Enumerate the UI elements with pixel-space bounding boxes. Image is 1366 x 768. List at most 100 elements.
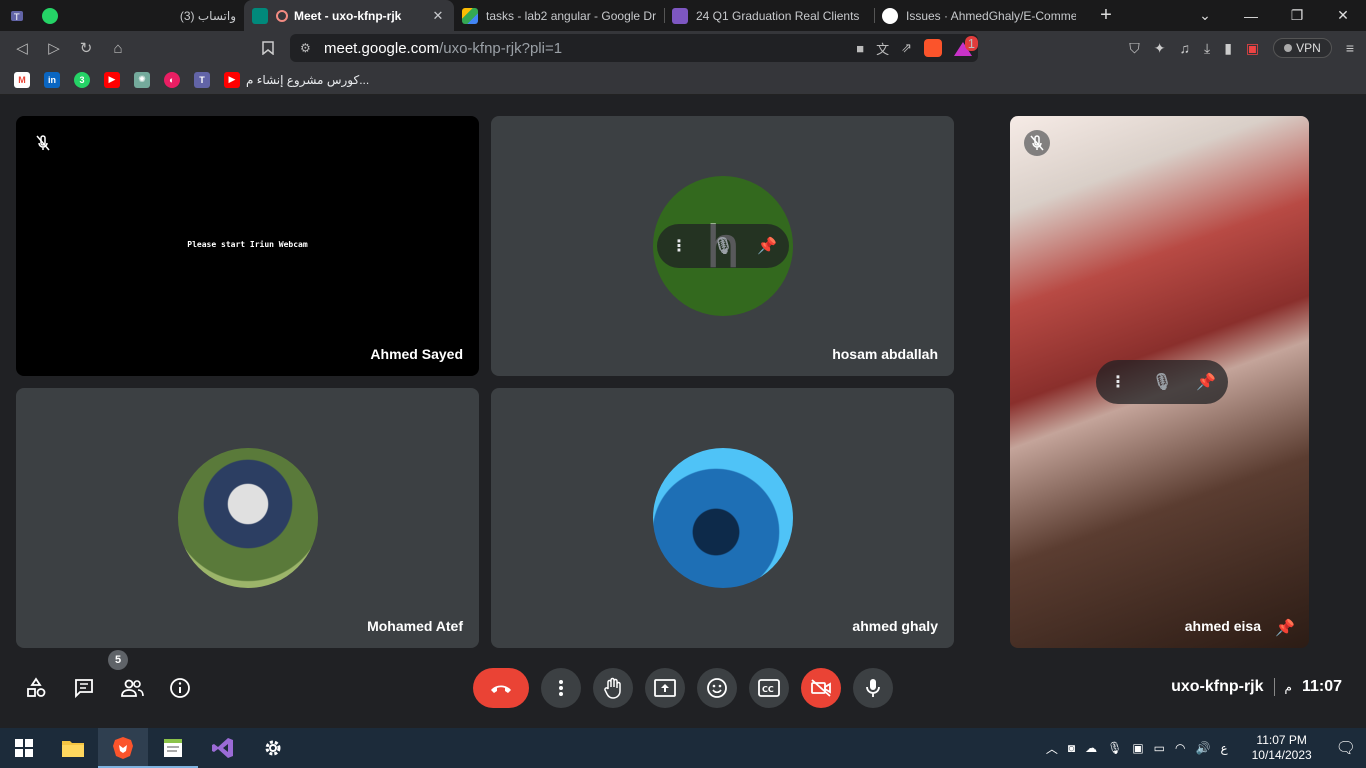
tab-search-icon[interactable]: ⌄ (1182, 0, 1228, 31)
taskbar-clock[interactable]: 11:07 PM 10/14/2023 (1252, 733, 1312, 763)
shield-extension-icon[interactable]: ⛉ (1129, 40, 1140, 57)
youtube-icon: ▶ (224, 71, 240, 88)
teams-bookmark-icon[interactable]: T (194, 71, 210, 88)
camera-off-button[interactable] (801, 668, 841, 708)
show-hidden-icons[interactable]: ︿ (1046, 740, 1058, 757)
youtube-course-bookmark[interactable]: ▶ كورس مشروع إنشاء م... (224, 71, 369, 88)
onedrive-icon[interactable]: ☁ (1085, 741, 1097, 755)
captions-button[interactable]: CC (749, 668, 789, 708)
device-icon[interactable]: ▣ (1132, 741, 1143, 755)
vpn-label: VPN (1296, 41, 1321, 55)
pin-icon[interactable]: 📌 (745, 236, 789, 256)
share-icon[interactable]: ⇗ (901, 40, 912, 56)
back-button[interactable]: ◁ (6, 33, 38, 63)
participant-tile-mohamed-atef[interactable]: Mohamed Atef (16, 388, 479, 648)
tab-close-icon[interactable]: ✕ (430, 8, 446, 24)
more-options-icon[interactable]: ⋮ (1096, 372, 1140, 392)
whatsapp-bookmark-icon[interactable]: 3 (74, 71, 90, 88)
reactions-button[interactable] (697, 668, 737, 708)
tab-meet[interactable]: Meet - uxo-kfnp-rjk ✕ (244, 0, 454, 31)
mic-icon[interactable]: 🎙 (701, 236, 745, 256)
visual-studio-icon (212, 738, 233, 758)
windows-icon (15, 739, 33, 757)
teams-tab-icon[interactable]: T (0, 0, 34, 31)
participant-tile-ahmed-ghaly[interactable]: ahmed ghaly (491, 388, 954, 648)
translate-icon[interactable]: 文 (876, 39, 889, 58)
input-language[interactable]: ع (1220, 741, 1227, 755)
youtube-bookmark-icon[interactable]: ▶ (104, 71, 120, 88)
google-drive-icon (462, 7, 478, 24)
volume-icon[interactable]: 🔊 (1196, 741, 1211, 755)
app-bookmark-icon[interactable]: ◐ (164, 71, 180, 88)
brave-shields-icon[interactable] (924, 39, 942, 57)
more-options-icon[interactable]: ⋮ (657, 236, 701, 256)
brave-taskbar-button[interactable] (98, 728, 148, 768)
captions-icon: CC (758, 679, 780, 697)
folder-icon (62, 741, 84, 757)
close-window-button[interactable]: ✕ (1320, 0, 1366, 31)
participant-tile-hosam-abdallah[interactable]: h ⋮ 🎙 📌 hosam abdallah (491, 116, 954, 376)
windows-taskbar: ︿ ◙ ☁ 🎙 ▣ ▭ ◠ 🔊 ع 11:07 PM 10/14/2023 🗨 (0, 728, 1366, 768)
browser-tab-strip: T (3) واتساب Meet - uxo-kfnp-rjk ✕ tasks… (0, 0, 1366, 31)
meet-icon (252, 7, 268, 24)
chat-button[interactable] (68, 672, 100, 704)
start-button[interactable] (0, 728, 48, 768)
visual-studio-button[interactable] (198, 728, 248, 768)
maximize-button[interactable]: ❐ (1274, 0, 1320, 31)
wallet-icon[interactable]: ▣ (1246, 40, 1259, 57)
address-bar[interactable]: ⚙ meet.google.com/uxo-kfnp-rjk?pli=1 ■ 文… (290, 34, 978, 62)
reload-button[interactable]: ↻ (70, 33, 102, 63)
participant-tile-ahmed-sayed[interactable]: Please start Iriun Webcam Ahmed Sayed (16, 116, 479, 376)
settings-taskbar-button[interactable] (248, 728, 298, 768)
vpn-button[interactable]: VPN (1273, 38, 1332, 58)
more-options-button[interactable] (541, 668, 581, 708)
menu-icon[interactable]: ≡ (1346, 40, 1354, 56)
notifications-icon[interactable]: 🗨 (1336, 738, 1356, 758)
tab-whatsapp[interactable]: (3) واتساب (34, 0, 244, 31)
raise-hand-button[interactable] (593, 668, 633, 708)
mic-off-icon[interactable]: 🎙 (1140, 372, 1184, 392)
meeting-code: uxo-kfnp-rjk (1171, 678, 1264, 695)
svg-text:T: T (13, 13, 20, 23)
tab-graduation-clients[interactable]: 24 Q1 Graduation Real Clients (664, 0, 874, 31)
camera-tray-icon[interactable]: ◙ (1068, 741, 1075, 755)
microphone-button[interactable] (853, 668, 893, 708)
site-settings-icon[interactable]: ⚙ (300, 41, 324, 55)
gmail-bookmark-icon[interactable]: M (14, 71, 30, 88)
downloads-icon[interactable]: ⤓ (1204, 40, 1210, 57)
camera-icon[interactable]: ■ (856, 41, 864, 56)
people-button[interactable]: 5 (108, 650, 148, 704)
wifi-icon[interactable]: ◠ (1175, 741, 1185, 755)
people-icon (121, 679, 144, 697)
linkedin-bookmark-icon[interactable]: in (44, 71, 60, 88)
meeting-details-button[interactable] (164, 672, 196, 704)
new-tab-button[interactable]: + (1084, 0, 1128, 31)
unpin-icon[interactable]: 📌 (1184, 372, 1228, 392)
media-icon[interactable]: ♫ (1179, 40, 1190, 56)
chat-icon (75, 679, 93, 699)
brave-rewards-icon[interactable]: 1 (954, 36, 978, 56)
chatgpt-bookmark-icon[interactable]: ✺ (134, 71, 150, 88)
avatar (653, 448, 793, 588)
tab-google-drive[interactable]: tasks - lab2 angular - Google Drive (454, 0, 664, 31)
bookmark-icon[interactable] (252, 33, 284, 63)
present-icon (654, 679, 676, 697)
notepad-taskbar-button[interactable] (148, 728, 198, 768)
home-button[interactable]: ⌂ (102, 33, 134, 63)
present-screen-button[interactable] (645, 668, 685, 708)
tab-github-issues[interactable]: Issues · AhmedGhaly/E-Commerce (874, 0, 1084, 31)
forward-button[interactable]: ▷ (38, 33, 70, 63)
microphone-tray-icon[interactable]: 🎙 (1107, 741, 1122, 755)
pinned-icon[interactable]: 📌 (1275, 618, 1295, 638)
minimize-button[interactable]: — (1228, 0, 1274, 31)
extensions-icon[interactable]: ✦ (1154, 40, 1166, 57)
activities-button[interactable] (20, 672, 52, 704)
leave-call-button[interactable] (473, 668, 529, 708)
participant-tile-ahmed-eisa[interactable]: ⋮ 🎙 📌 ahmed eisa 📌 (1010, 116, 1309, 648)
sidebar-icon[interactable]: ▮ (1224, 40, 1232, 57)
recording-icon (276, 9, 288, 22)
emoji-icon (707, 678, 727, 698)
file-explorer-button[interactable] (48, 728, 98, 768)
participant-name: ahmed eisa (1184, 618, 1261, 634)
battery-icon[interactable]: ▭ (1154, 741, 1165, 755)
